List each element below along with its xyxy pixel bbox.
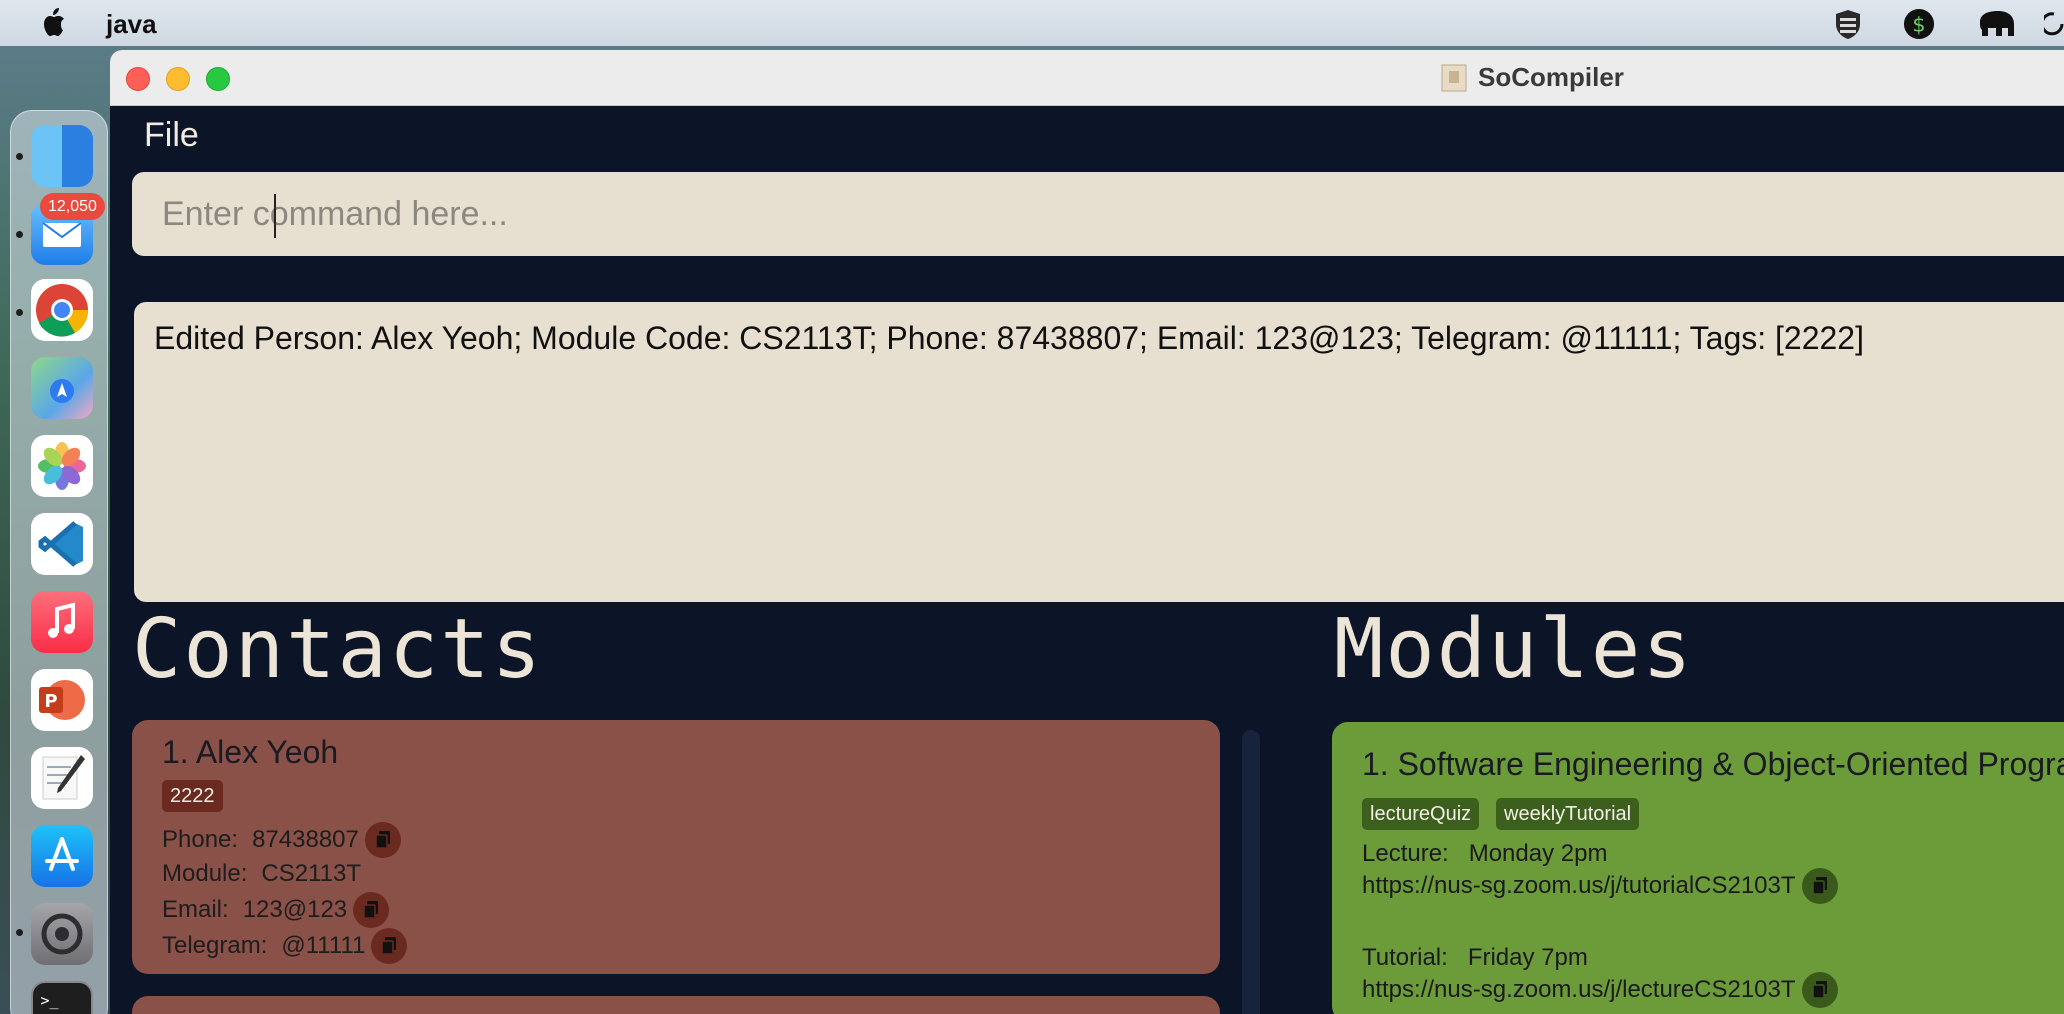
system-menu-bar: java $ bbox=[0, 0, 2064, 46]
menu-file[interactable]: File bbox=[144, 116, 199, 155]
zoom-window-button[interactable] bbox=[206, 67, 230, 91]
copy-icon bbox=[375, 831, 390, 849]
photos-icon[interactable] bbox=[31, 435, 93, 497]
copy-icon bbox=[1811, 877, 1827, 895]
copy-telegram-button[interactable] bbox=[371, 928, 408, 964]
phone-value: 87438807 bbox=[252, 826, 359, 853]
module-card[interactable]: 1. Software Engineering & Object-Oriente… bbox=[1332, 722, 2064, 1014]
contact-name: 1. Alex Yeoh bbox=[162, 734, 339, 770]
running-indicator bbox=[16, 231, 23, 238]
command-box bbox=[132, 172, 2064, 256]
copy-tutorial-link-button[interactable] bbox=[1801, 972, 1838, 1008]
dock: P >_ bbox=[10, 110, 108, 1014]
copy-icon bbox=[363, 901, 379, 919]
lecture-link[interactable]: https://nus-sg.zoom.us/j/tutorialCS2103T bbox=[1362, 872, 1796, 900]
contact-telegram-row: Telegram: @11111 bbox=[162, 928, 408, 964]
contact-card-partial[interactable] bbox=[132, 996, 1220, 1014]
contact-email-row: Email: 123@123 bbox=[162, 892, 390, 928]
window-titlebar[interactable]: SoCompiler bbox=[110, 50, 2064, 106]
elephant-icon[interactable] bbox=[1976, 8, 2018, 40]
module-name: 1. Software Engineering & Object-Oriente… bbox=[1362, 746, 2064, 782]
svg-text:$: $ bbox=[1912, 13, 1925, 37]
close-window-button[interactable] bbox=[126, 67, 150, 91]
mail-unread-badge: 12,050 bbox=[40, 193, 105, 220]
textedit-icon[interactable] bbox=[31, 747, 93, 809]
chrome-icon[interactable] bbox=[31, 279, 93, 341]
text-caret bbox=[274, 194, 276, 238]
contact-tag: 2222 bbox=[162, 780, 223, 812]
refresh-icon[interactable] bbox=[2044, 8, 2064, 40]
app-store-icon[interactable] bbox=[31, 825, 93, 887]
running-indicator bbox=[16, 309, 23, 316]
running-indicator bbox=[16, 153, 23, 160]
copy-icon bbox=[1811, 981, 1827, 999]
svg-text:>_: >_ bbox=[40, 991, 58, 1009]
email-label: Email: bbox=[162, 896, 229, 923]
contact-module-row: Module: CS2113T bbox=[162, 860, 361, 888]
vpn-shield-icon[interactable] bbox=[1834, 8, 1862, 40]
apple-menu-icon[interactable] bbox=[40, 7, 70, 39]
app-window: SoCompiler File Edited Person: Alex Yeoh… bbox=[110, 50, 2064, 1014]
copy-phone-button[interactable] bbox=[364, 822, 401, 858]
lecture-link-row: https://nus-sg.zoom.us/j/tutorialCS2103T bbox=[1362, 868, 1838, 904]
vscode-icon[interactable] bbox=[31, 513, 93, 575]
minimize-window-button[interactable] bbox=[166, 67, 190, 91]
tutorial-row: Tutorial: Friday 7pm bbox=[1362, 944, 1588, 972]
email-value: 123@123 bbox=[242, 896, 348, 923]
lecture-label: Lecture: bbox=[1362, 840, 1449, 867]
active-app-name[interactable]: java bbox=[106, 9, 157, 40]
contacts-heading: Contacts bbox=[132, 602, 543, 697]
result-message: Edited Person: Alex Yeoh; Module Code: C… bbox=[154, 320, 1864, 356]
result-display: Edited Person: Alex Yeoh; Module Code: C… bbox=[134, 302, 2064, 602]
telegram-value: @11111 bbox=[281, 932, 366, 959]
system-settings-icon[interactable] bbox=[31, 903, 93, 965]
copy-icon bbox=[381, 937, 397, 955]
running-indicator bbox=[16, 929, 23, 936]
copy-lecture-link-button[interactable] bbox=[1801, 868, 1838, 904]
copy-email-button[interactable] bbox=[353, 892, 390, 928]
command-input[interactable] bbox=[162, 188, 1962, 240]
tutorial-link-row: https://nus-sg.zoom.us/j/lectureCS2103T bbox=[1362, 972, 1838, 1008]
phone-label: Phone: bbox=[162, 826, 239, 853]
window-title-text: SoCompiler bbox=[1478, 62, 1624, 92]
tutorial-link[interactable]: https://nus-sg.zoom.us/j/lectureCS2103T bbox=[1362, 976, 1796, 1004]
modules-heading: Modules bbox=[1334, 602, 1694, 697]
contact-card[interactable]: 1. Alex Yeoh 2222 Phone: 87438807 Module… bbox=[132, 720, 1220, 974]
contact-phone-row: Phone: 87438807 bbox=[162, 822, 401, 858]
contacts-scrollbar[interactable] bbox=[1242, 730, 1260, 1014]
terminal-icon[interactable]: >_ bbox=[31, 981, 93, 1014]
svg-text:P: P bbox=[44, 691, 57, 712]
module-label: Module: bbox=[162, 860, 248, 887]
maps-icon[interactable] bbox=[31, 357, 93, 419]
lecture-time: Monday 2pm bbox=[1468, 840, 1608, 867]
lecture-row: Lecture: Monday 2pm bbox=[1362, 840, 1607, 868]
tutorial-time: Friday 7pm bbox=[1467, 944, 1588, 971]
window-title: SoCompiler bbox=[1440, 62, 1624, 93]
telegram-label: Telegram: bbox=[162, 932, 268, 959]
tutorial-label: Tutorial: bbox=[1362, 944, 1448, 971]
powerpoint-icon[interactable]: P bbox=[31, 669, 93, 731]
finder-icon[interactable] bbox=[31, 125, 93, 187]
module-tag-lecture-quiz: lectureQuiz bbox=[1362, 798, 1480, 830]
module-tag-weekly-tutorial: weeklyTutorial bbox=[1496, 798, 1640, 830]
java-app-icon bbox=[1441, 64, 1467, 91]
dollar-circle-icon[interactable]: $ bbox=[1902, 8, 1936, 40]
music-icon[interactable] bbox=[31, 591, 93, 653]
module-value: CS2113T bbox=[261, 860, 361, 887]
